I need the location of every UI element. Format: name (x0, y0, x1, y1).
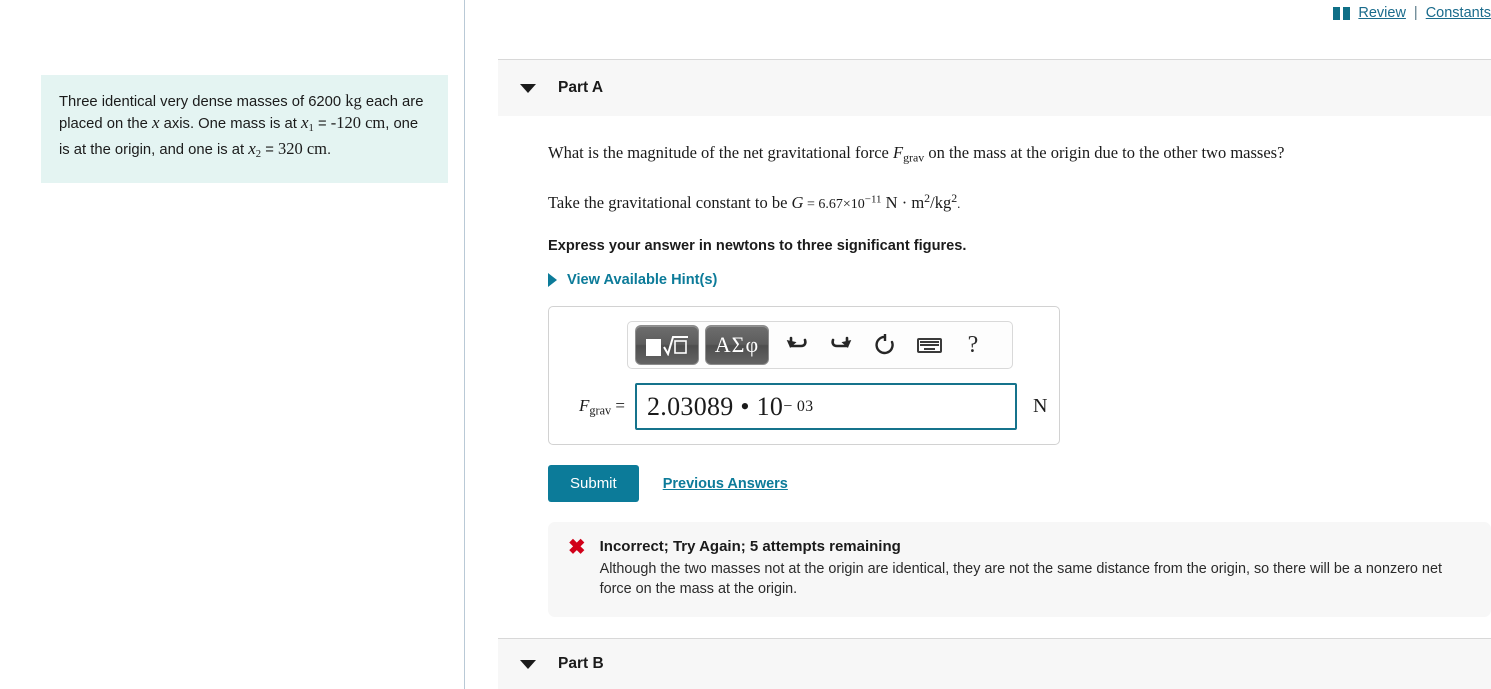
caret-right-icon[interactable] (548, 273, 557, 288)
problem-text-3: axis. One mass is at (159, 115, 301, 132)
constant-dot: · (897, 193, 912, 213)
answer-value-mantissa: 2.03089 • 10 (647, 391, 784, 421)
question-pre: What is the magnitude of the net gravita… (548, 143, 894, 162)
constant-period: . (957, 196, 961, 212)
part-a-header[interactable]: Part A (498, 59, 1491, 116)
constant-unit-m: m (911, 193, 925, 213)
previous-answers-link[interactable]: Previous Answers (663, 476, 788, 492)
submit-row: Submit Previous Answers (548, 465, 1491, 503)
problem-var-x2: x (248, 138, 256, 158)
problem-text-5: . (327, 141, 332, 158)
problem-eq-1: = (313, 115, 331, 132)
keyboard-icon[interactable] (907, 326, 951, 364)
problem-text-1: Three identical very dense masses of 620… (59, 94, 346, 110)
undo-arrow-icon[interactable] (775, 326, 819, 364)
caret-down-icon[interactable] (520, 659, 536, 669)
constant-text: Take the gravitational constant to be G … (548, 187, 1491, 216)
answer-unit: N (1033, 395, 1048, 418)
constant-pre: Take the gravitational constant to be (548, 193, 792, 213)
part-b-header[interactable]: Part B (498, 638, 1491, 689)
submit-button[interactable]: Submit (548, 465, 639, 503)
problem-value-1: -120 cm (330, 112, 386, 132)
question-var-f: F (893, 143, 904, 162)
feedback-panel: ✖ Incorrect; Try Again; 5 attempts remai… (548, 522, 1491, 618)
reset-circle-icon[interactable] (863, 326, 907, 364)
part-a-body: What is the magnitude of the net gravita… (498, 130, 1491, 618)
constant-var-g: G (791, 193, 804, 213)
part-a-label: Part A (558, 79, 604, 96)
problem-var-x: x (151, 112, 160, 132)
greek-symbols-button[interactable]: ΑΣφ (705, 325, 769, 366)
problem-var-x1: x (300, 112, 309, 132)
view-hints-link[interactable]: View Available Hint(s) (567, 272, 717, 288)
constant-unit-n: N (881, 193, 898, 213)
content-column: Part A What is the magnitude of the net … (466, 0, 1491, 689)
answer-instruction: Express your answer in newtons to three … (548, 238, 967, 255)
question-post: on the mass at the origin due to the oth… (924, 143, 1285, 162)
problem-unit-kg: kg (345, 91, 362, 110)
answer-input[interactable]: 2.03089 • 10− 03 (635, 383, 1017, 431)
problem-statement: Three identical very dense masses of 620… (41, 75, 448, 184)
constant-eq: = 6.67×10 (803, 197, 865, 213)
view-hints-row[interactable]: View Available Hint(s) (548, 272, 1491, 288)
question-text: What is the magnitude of the net gravita… (548, 142, 1491, 168)
feedback-title: Incorrect; Try Again; 5 attempts remaini… (599, 538, 901, 556)
math-template-button[interactable] (635, 325, 699, 366)
radical-icon (662, 334, 689, 357)
error-x-icon: ✖ (568, 536, 586, 560)
answer-input-row: Fgrav = 2.03089 • 10− 03 N (549, 383, 1059, 431)
caret-down-icon[interactable] (520, 83, 536, 93)
feedback-text: Incorrect; Try Again; 5 attempts remaini… (600, 538, 1471, 599)
problem-sidebar: Three identical very dense masses of 620… (0, 0, 465, 689)
redo-arrow-icon[interactable] (819, 326, 863, 364)
problem-eq-2: = (261, 141, 278, 158)
help-icon[interactable]: ? (951, 326, 995, 364)
question-sub-grav: grav (903, 150, 925, 165)
problem-value-2: 320 cm (277, 138, 327, 158)
answer-label-var: F (579, 395, 590, 415)
answer-label: Fgrav = (561, 396, 625, 418)
constant-unit-kg: kg (934, 193, 952, 213)
part-b-label: Part B (558, 655, 604, 672)
constant-exponent: −11 (864, 193, 882, 206)
math-toolbar: ΑΣφ ? (627, 321, 1013, 370)
answer-value-exponent: − 03 (783, 397, 814, 415)
feedback-body: Although the two masses not at the origi… (599, 561, 1442, 598)
answer-widget: ΑΣφ ? Fgrav = 2.03089 • 10 − 03 N (548, 306, 1060, 446)
template-glyph-icon (645, 334, 689, 357)
answer-label-eq: = (611, 395, 625, 415)
answer-label-sub: grav (589, 402, 612, 417)
